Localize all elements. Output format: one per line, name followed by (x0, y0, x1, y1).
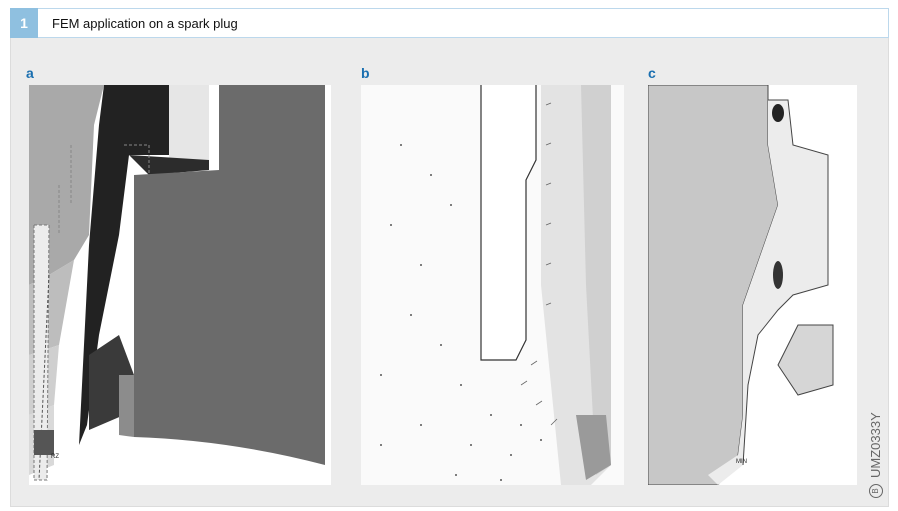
panel-c-tag: MIN (736, 459, 747, 465)
panel-b-image (361, 85, 624, 485)
figure-number: 1 (10, 8, 38, 38)
panel-b-label: b (361, 65, 370, 81)
bosch-logo-icon: B (868, 484, 883, 498)
image-code-watermark: B UMZ0333Y (868, 412, 883, 498)
panel-c-image: MIN (648, 85, 857, 485)
figure-title: FEM application on a spark plug (38, 8, 889, 38)
panel-a-label: a (26, 65, 34, 81)
figure-header: 1 FEM application on a spark plug (10, 8, 889, 38)
image-code: UMZ0333Y (868, 412, 883, 478)
panel-c-label: c (648, 65, 656, 81)
panel-a-tag: RZ (51, 454, 59, 460)
panel-a-image: RZ (29, 85, 331, 485)
